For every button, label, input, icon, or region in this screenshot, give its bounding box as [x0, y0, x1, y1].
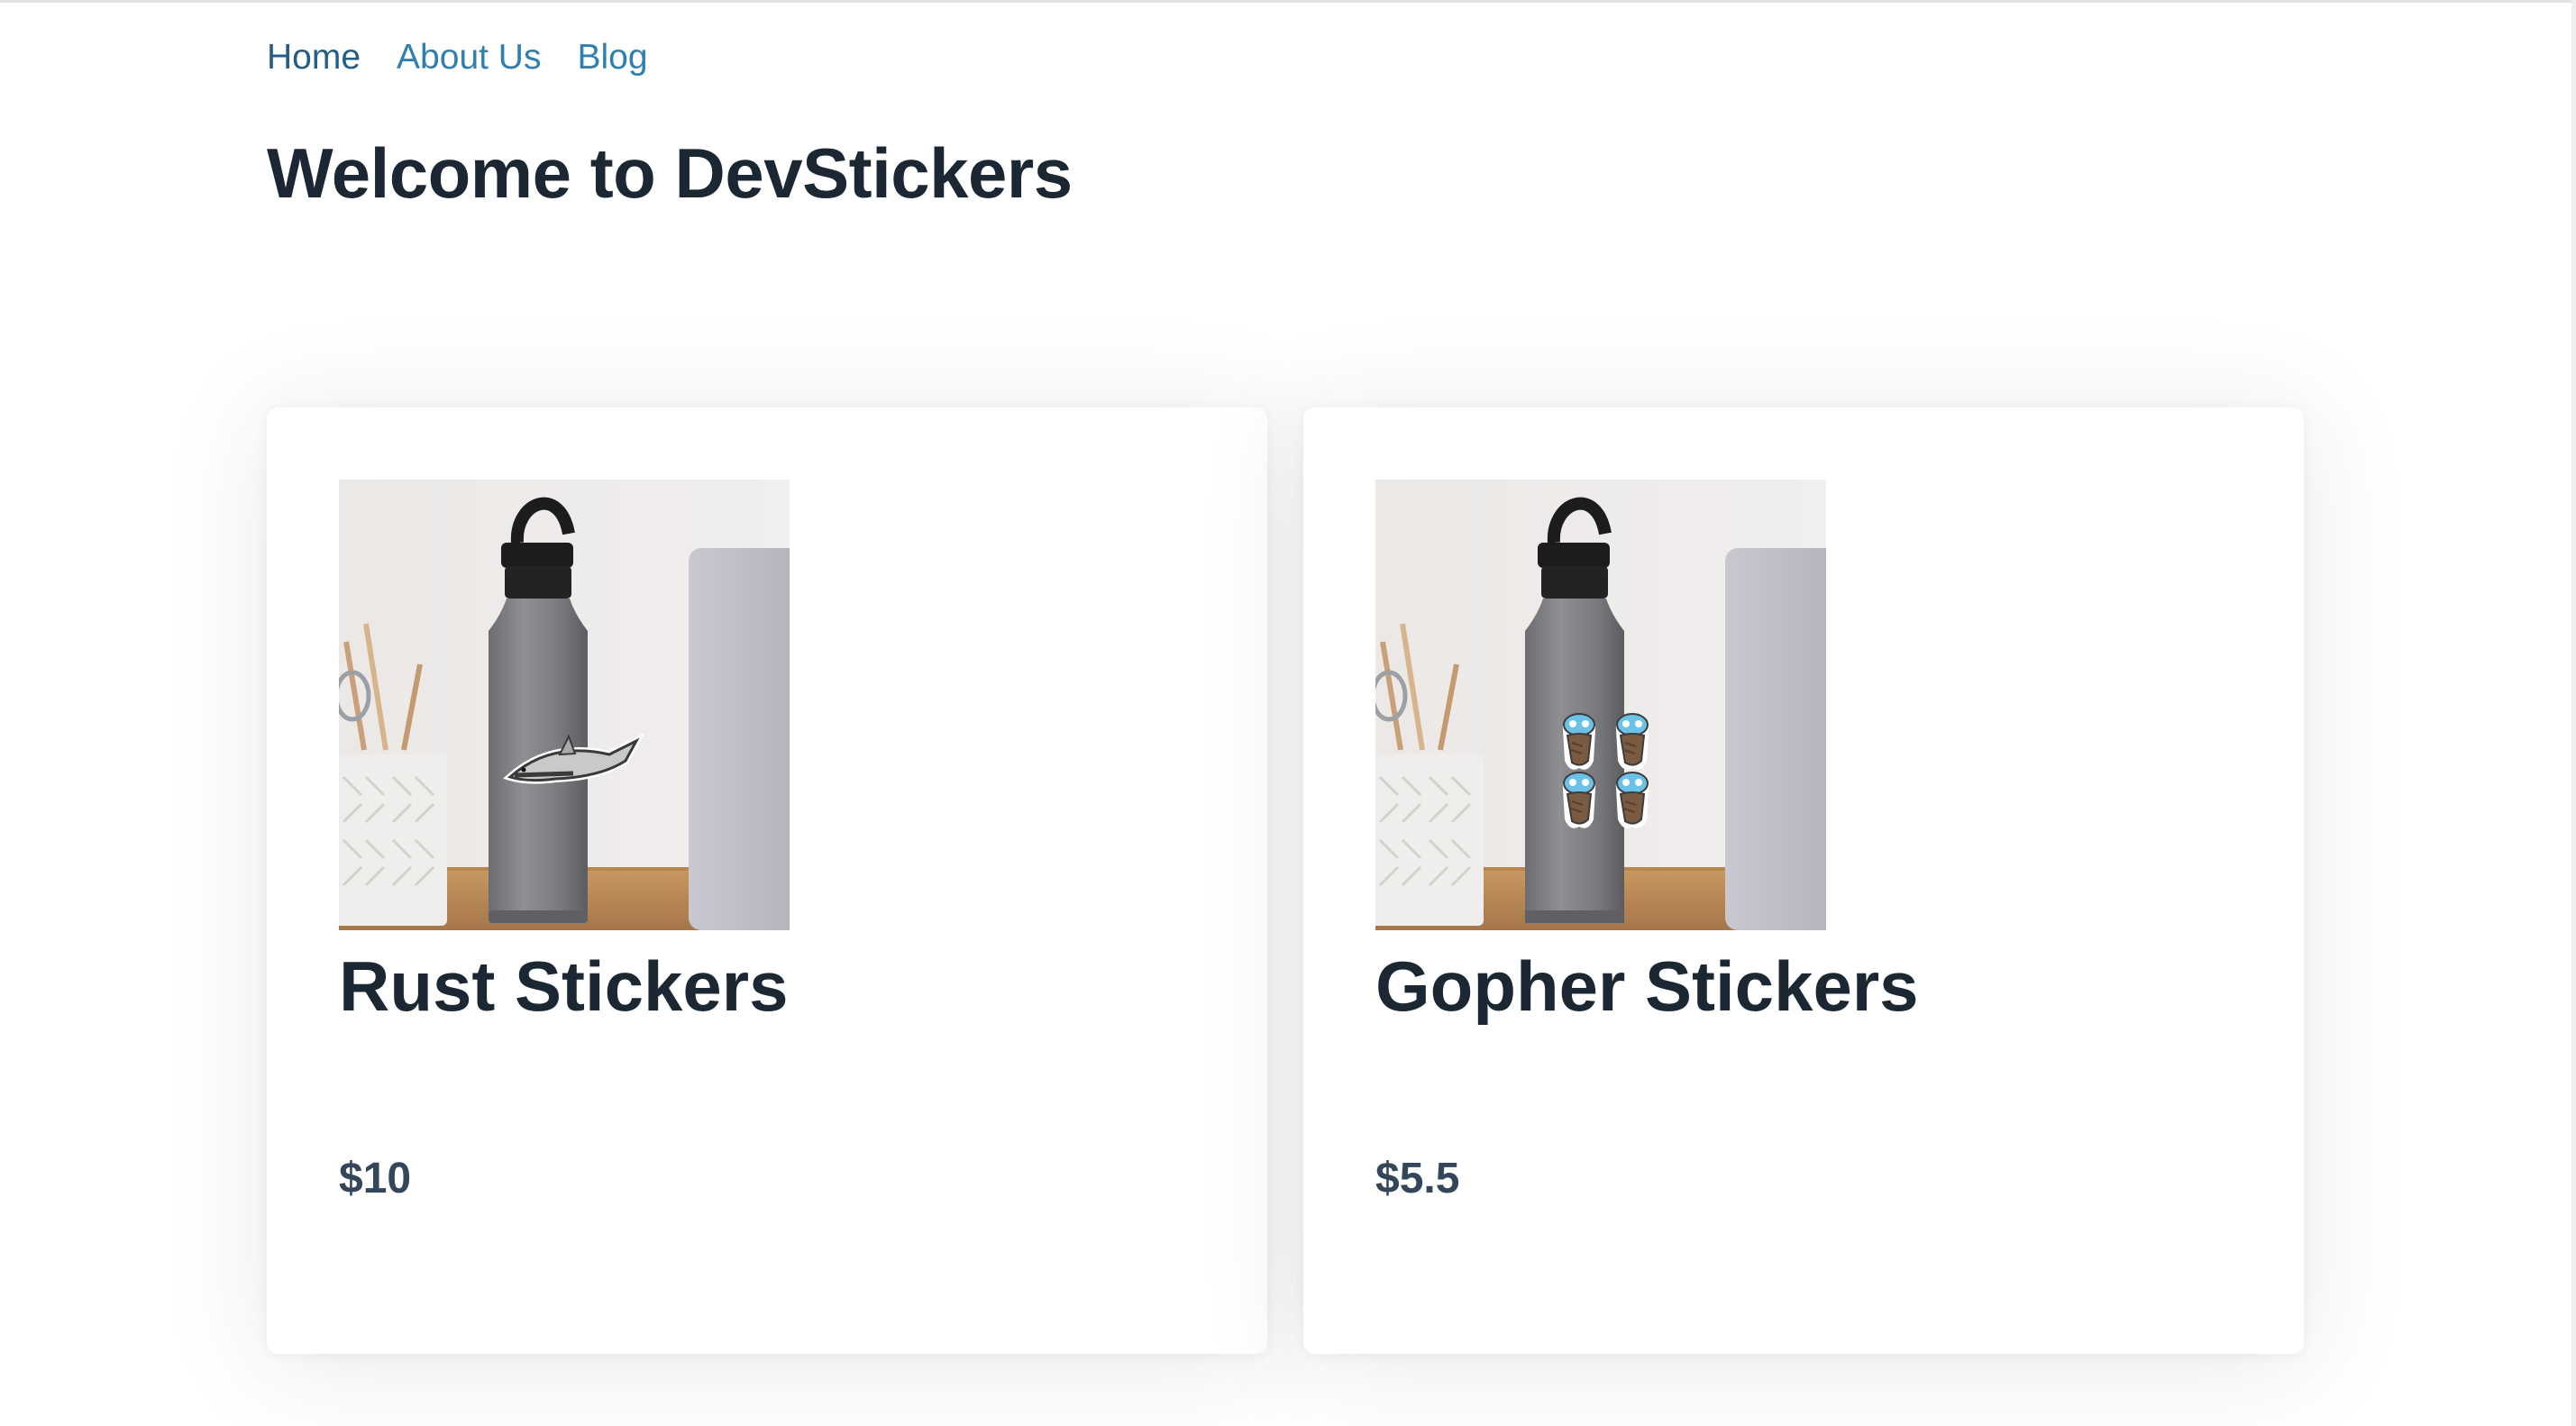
product-price: $10 — [339, 1155, 412, 1202]
product-name[interactable]: Rust Stickers — [339, 941, 789, 1031]
product-image[interactable] — [1375, 480, 1826, 930]
main-nav: Home About Us Blog — [267, 36, 648, 79]
nav-link-home[interactable]: Home — [267, 36, 361, 79]
nav-link-about-us[interactable]: About Us — [397, 36, 541, 79]
product-grid: Rust Stickers $10 Gopher Stickers $5.5 — [267, 407, 2304, 1354]
page-title: Welcome to DevStickers — [267, 133, 1073, 213]
nav-link-blog[interactable]: Blog — [577, 36, 647, 79]
product-card[interactable]: Rust Stickers $10 — [267, 407, 1267, 1354]
product-card[interactable]: Gopher Stickers $5.5 — [1303, 407, 2304, 1354]
product-image[interactable] — [339, 480, 790, 930]
product-name[interactable]: Gopher Stickers — [1375, 941, 1919, 1031]
product-price: $5.5 — [1375, 1155, 1460, 1202]
top-border — [0, 0, 2576, 3]
scrollbar-track[interactable] — [2571, 0, 2576, 1426]
